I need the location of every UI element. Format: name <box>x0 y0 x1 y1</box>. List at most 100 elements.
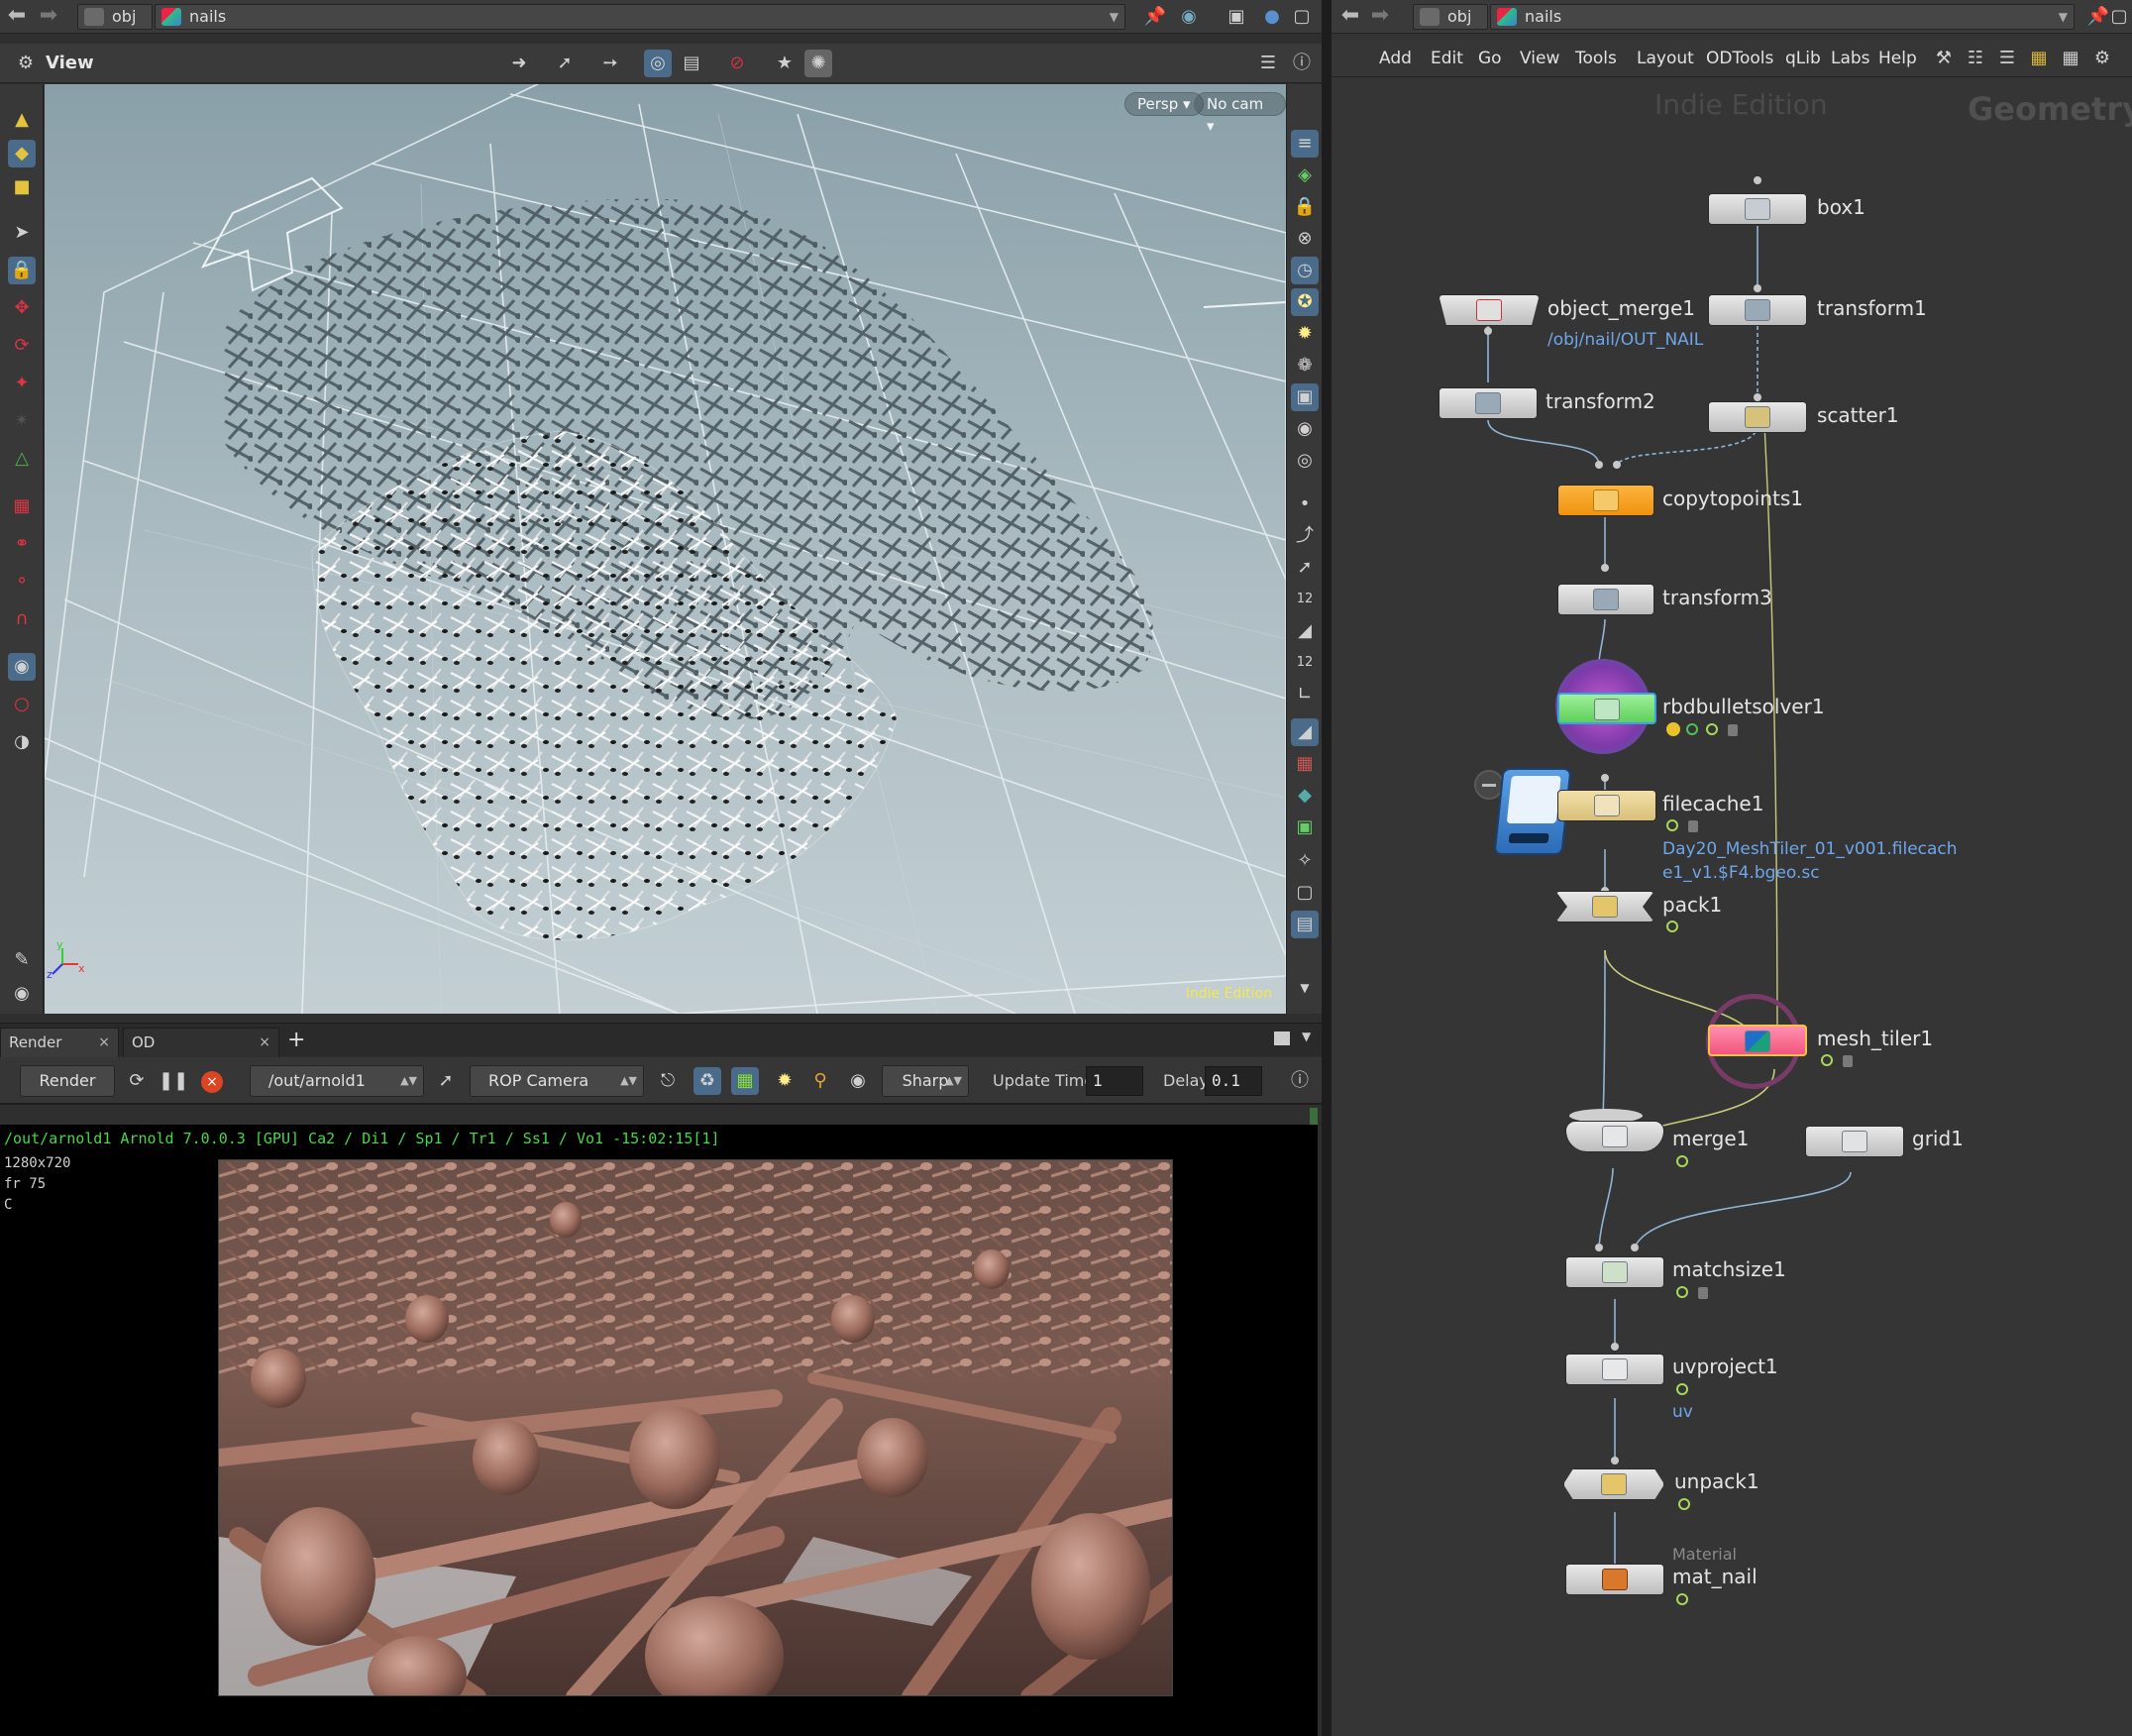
eye-icon[interactable]: ◉ <box>1291 415 1319 443</box>
rop-jump-icon[interactable]: ➚ <box>432 1067 460 1095</box>
light-icon[interactable]: ◑ <box>8 728 36 756</box>
display-flag-icon[interactable] <box>1676 1155 1688 1167</box>
pose-display-icon[interactable]: ✧ <box>1291 847 1319 875</box>
delay-field[interactable]: 0.1 <box>1205 1066 1262 1096</box>
select-primitives-icon[interactable]: ■ <box>8 173 36 201</box>
display-flag-icon[interactable] <box>1706 723 1718 735</box>
node-transform1[interactable] <box>1708 294 1807 326</box>
pose-tool-icon[interactable]: ✴ <box>8 407 36 435</box>
headlight-icon[interactable]: ✹ <box>1291 320 1319 348</box>
camera-orbit-icon[interactable]: ○ <box>8 691 36 718</box>
select-geometry-icon[interactable]: ◎ <box>644 50 672 77</box>
render-region-icon[interactable]: ⎋ <box>654 1067 682 1095</box>
lock-icon[interactable] <box>1843 1055 1853 1067</box>
checker-icon[interactable]: ▦ <box>1291 750 1319 778</box>
snap-point-icon[interactable]: ⚬ <box>8 568 36 596</box>
network-back-icon[interactable]: ⬅ <box>1337 5 1363 29</box>
node-object-merge1[interactable] <box>1439 294 1540 326</box>
3d-viewport[interactable]: x y z Persp ▾ No cam ▾ Indie Edition <box>45 84 1286 1014</box>
close-circle-icon[interactable]: ⊗ <box>1291 225 1319 253</box>
select-pose-icon[interactable]: ➜ <box>505 50 533 77</box>
display-options-icon[interactable]: ☰ <box>1254 50 1282 77</box>
breadcrumb-nails[interactable]: nails ▼ <box>155 4 1125 30</box>
menu-labs[interactable]: Labs <box>1831 47 1870 70</box>
menu-go[interactable]: Go <box>1478 47 1502 70</box>
lock-camera-icon[interactable]: 🔒 <box>1291 193 1319 221</box>
menu-layout[interactable]: Layout <box>1637 47 1694 70</box>
ambient-light-icon[interactable]: ❁ <box>1291 352 1319 380</box>
menu-help[interactable]: Help <box>1878 47 1917 70</box>
snapshot-icon[interactable]: ★ <box>771 50 799 77</box>
point-numbers-icon[interactable]: 12 <box>1291 586 1319 613</box>
node-network-canvas[interactable]: Indie Edition Geometry box1 object_merge… <box>1332 78 2132 1736</box>
stop-icon[interactable]: × <box>198 1067 226 1095</box>
refresh-icon[interactable]: ⟳ <box>123 1067 151 1095</box>
node-merge1[interactable] <box>1565 1121 1664 1152</box>
sculpt-icon[interactable]: ◉ <box>8 980 36 1008</box>
display-wireframe-icon[interactable]: ≡ <box>1291 130 1319 158</box>
node-matchsize1[interactable] <box>1565 1256 1664 1288</box>
select-group-icon[interactable]: ➙ <box>596 50 624 77</box>
camera-view-menu[interactable]: Persp ▾ <box>1124 92 1204 116</box>
eye-render-icon[interactable]: ◎ <box>1291 447 1319 475</box>
viewer-settings-icon[interactable]: ⚙ <box>12 50 40 77</box>
node-mat-nail[interactable] <box>1565 1564 1664 1595</box>
menu-odtools[interactable]: ODTools <box>1706 47 1773 70</box>
node-uvproject1[interactable] <box>1565 1354 1664 1385</box>
network-maximize-icon[interactable]: ▢ <box>2108 3 2130 31</box>
menu-edit[interactable]: Edit <box>1431 47 1463 70</box>
pane-splitter[interactable] <box>1322 0 1332 1736</box>
background-icon[interactable]: ▢ <box>1291 879 1319 907</box>
select-points-icon[interactable]: ◆ <box>8 140 36 167</box>
node-grid1[interactable] <box>1805 1126 1904 1157</box>
handle-tool-icon[interactable]: △ <box>8 445 36 473</box>
scale-tool-icon[interactable]: ✦ <box>8 370 36 397</box>
light-bulb-icon[interactable]: ✪ <box>1291 288 1319 316</box>
sphere-icon[interactable]: ● <box>1258 3 1286 31</box>
render-button[interactable]: Render <box>20 1065 115 1097</box>
display-flag-icon[interactable] <box>1666 921 1678 932</box>
help-icon[interactable]: ⓘ <box>1288 50 1316 77</box>
pause-icon[interactable]: ❚❚ <box>159 1067 188 1095</box>
display-flag-icon[interactable] <box>1821 1054 1833 1066</box>
network-breadcrumb-obj[interactable]: obj <box>1413 4 1488 30</box>
display-flag-icon[interactable] <box>1666 819 1678 831</box>
list-view-icon[interactable]: ☰ <box>1993 45 2021 72</box>
update-time-field[interactable]: 1 <box>1086 1066 1143 1096</box>
pane-menu-icon[interactable]: ▼ <box>1302 1030 1311 1043</box>
vector-display-icon[interactable]: ➚ <box>1291 554 1319 582</box>
camera-select[interactable]: ROP Camera ▲▼ <box>470 1065 644 1097</box>
close-tab-icon[interactable]: × <box>98 1029 110 1056</box>
preview-icon[interactable]: ▦ <box>731 1067 759 1095</box>
node-scatter1[interactable] <box>1708 401 1807 433</box>
network-path-dropdown-icon[interactable]: ▼ <box>2059 5 2068 29</box>
auto-update-icon[interactable]: ♻ <box>693 1067 721 1095</box>
menu-view[interactable]: View <box>1520 47 1559 70</box>
display-shading-icon[interactable]: ◈ <box>1291 162 1319 189</box>
tab-od-projectselector[interactable]: OD ProjectSelector× <box>123 1028 279 1079</box>
snap-magnet-icon[interactable]: ∩ <box>8 605 36 633</box>
path-dropdown-icon[interactable]: ▼ <box>1110 5 1119 29</box>
breadcrumb-obj[interactable]: obj <box>77 4 153 30</box>
uv-view-icon[interactable]: ◢ <box>1291 718 1319 746</box>
camera-select-menu[interactable]: No cam ▾ <box>1194 92 1286 135</box>
light-toggle-icon[interactable]: ✹ <box>771 1067 799 1095</box>
cube-icon[interactable]: ▣ <box>1223 3 1250 31</box>
bypass-flag-icon[interactable] <box>1686 723 1698 735</box>
close-tab-icon[interactable]: × <box>259 1029 270 1056</box>
rotate-tool-icon[interactable]: ⟳ <box>8 332 36 360</box>
grid-view-icon[interactable]: ▦ <box>2057 45 2084 72</box>
normal-display-icon[interactable]: ⤴ <box>1291 522 1319 550</box>
maximize-icon[interactable]: ▢ <box>1288 3 1316 31</box>
lock-icon[interactable] <box>1688 820 1698 832</box>
prim-numbers-icon[interactable]: 12 <box>1291 649 1319 677</box>
sharpness-select[interactable]: Sharp ▲▼ <box>882 1065 969 1097</box>
node-unpack1[interactable] <box>1563 1468 1664 1500</box>
wrench-icon[interactable]: ⚒ <box>1930 45 1958 72</box>
home-view-icon[interactable]: ◷ <box>1291 257 1319 284</box>
link-icon[interactable]: ◉ <box>1175 3 1203 31</box>
forward-arrow-icon[interactable]: ➡ <box>36 5 61 29</box>
image-plane-icon[interactable]: ▤ <box>1291 911 1319 938</box>
menu-add[interactable]: Add <box>1379 47 1412 70</box>
tab-render-view[interactable]: Render View× <box>0 1028 119 1079</box>
